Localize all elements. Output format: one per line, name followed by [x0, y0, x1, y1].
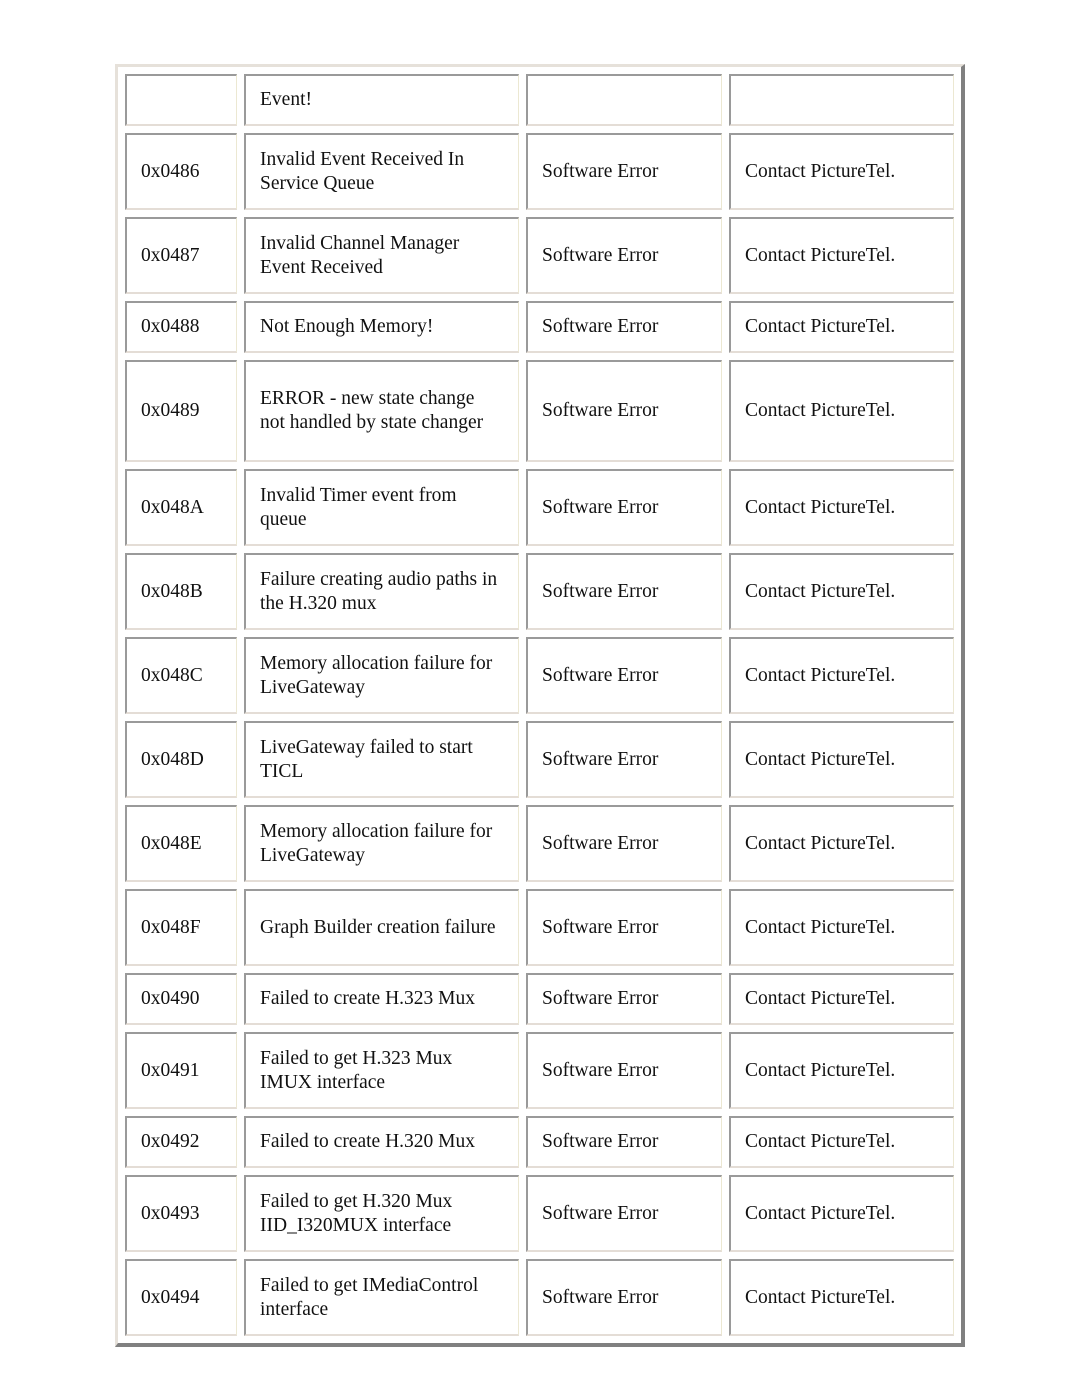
error-description-cell: Graph Builder creation failure [244, 889, 519, 966]
error-type-cell: Software Error [526, 360, 722, 462]
error-code-cell: 0x048D [125, 721, 237, 798]
error-action-cell: Contact PictureTel. [729, 301, 954, 353]
error-code-cell: 0x0494 [125, 1259, 237, 1336]
table-row: 0x048B Failure creating audio paths in t… [125, 553, 954, 630]
error-action-cell: Contact PictureTel. [729, 889, 954, 966]
error-action-cell: Contact PictureTel. [729, 469, 954, 546]
error-type-cell: Software Error [526, 217, 722, 294]
error-action-cell: Contact PictureTel. [729, 1032, 954, 1109]
error-description-cell: Memory allocation failure for LiveGatewa… [244, 805, 519, 882]
error-type-cell: Software Error [526, 1032, 722, 1109]
table-row: 0x0488 Not Enough Memory! Software Error… [125, 301, 954, 353]
error-description-cell: Event! [244, 74, 519, 126]
error-code-cell: 0x048A [125, 469, 237, 546]
error-code-cell: 0x0488 [125, 301, 237, 353]
error-code-cell: 0x0492 [125, 1116, 237, 1168]
table-row: 0x0492 Failed to create H.320 Mux Softwa… [125, 1116, 954, 1168]
table-row: 0x048C Memory allocation failure for Liv… [125, 637, 954, 714]
error-description-cell: Failed to create H.320 Mux [244, 1116, 519, 1168]
error-action-cell: Contact PictureTel. [729, 553, 954, 630]
table-row: 0x0491 Failed to get H.323 Mux IMUX inte… [125, 1032, 954, 1109]
error-type-cell: Software Error [526, 721, 722, 798]
error-action-cell: Contact PictureTel. [729, 217, 954, 294]
table-row: 0x0494 Failed to get IMediaControl inter… [125, 1259, 954, 1336]
error-action-cell: Contact PictureTel. [729, 805, 954, 882]
error-description-cell: Failure creating audio paths in the H.32… [244, 553, 519, 630]
error-code-cell [125, 74, 237, 126]
error-type-cell: Software Error [526, 1259, 722, 1336]
error-type-cell: Software Error [526, 889, 722, 966]
error-code-table-body: Event! 0x0486 Invalid Event Received In … [125, 74, 954, 1336]
error-code-cell: 0x048F [125, 889, 237, 966]
error-code-cell: 0x0490 [125, 973, 237, 1025]
error-code-cell: 0x048B [125, 553, 237, 630]
error-action-cell [729, 74, 954, 126]
error-code-cell: 0x0491 [125, 1032, 237, 1109]
error-type-cell: Software Error [526, 1116, 722, 1168]
error-type-cell: Software Error [526, 553, 722, 630]
table-row: 0x048F Graph Builder creation failure So… [125, 889, 954, 966]
error-description-cell: Invalid Channel Manager Event Received [244, 217, 519, 294]
error-code-cell: 0x0489 [125, 360, 237, 462]
table-row: Event! [125, 74, 954, 126]
error-type-cell: Software Error [526, 1175, 722, 1252]
error-action-cell: Contact PictureTel. [729, 1175, 954, 1252]
error-code-cell: 0x048E [125, 805, 237, 882]
error-type-cell: Software Error [526, 805, 722, 882]
error-action-cell: Contact PictureTel. [729, 637, 954, 714]
error-description-cell: ERROR - new state change not handled by … [244, 360, 519, 462]
error-description-cell: Failed to get IMediaControl interface [244, 1259, 519, 1336]
error-action-cell: Contact PictureTel. [729, 1116, 954, 1168]
error-description-cell: Invalid Timer event from queue [244, 469, 519, 546]
error-type-cell: Software Error [526, 133, 722, 210]
error-type-cell: Software Error [526, 301, 722, 353]
table-row: 0x0489 ERROR - new state change not hand… [125, 360, 954, 462]
error-action-cell: Contact PictureTel. [729, 973, 954, 1025]
error-action-cell: Contact PictureTel. [729, 133, 954, 210]
table-row: 0x048D LiveGateway failed to start TICL … [125, 721, 954, 798]
error-description-cell: Memory allocation failure for LiveGatewa… [244, 637, 519, 714]
error-description-cell: Invalid Event Received In Service Queue [244, 133, 519, 210]
error-action-cell: Contact PictureTel. [729, 721, 954, 798]
error-type-cell: Software Error [526, 637, 722, 714]
error-code-cell: 0x048C [125, 637, 237, 714]
error-code-cell: 0x0487 [125, 217, 237, 294]
table-row: 0x0486 Invalid Event Received In Service… [125, 133, 954, 210]
error-type-cell: Software Error [526, 973, 722, 1025]
error-code-table: Event! 0x0486 Invalid Event Received In … [115, 64, 965, 1347]
error-action-cell: Contact PictureTel. [729, 360, 954, 462]
table-row: 0x0487 Invalid Channel Manager Event Rec… [125, 217, 954, 294]
error-action-cell: Contact PictureTel. [729, 1259, 954, 1336]
error-code-cell: 0x0493 [125, 1175, 237, 1252]
table-row: 0x0493 Failed to get H.320 Mux IID_I320M… [125, 1175, 954, 1252]
error-description-cell: Not Enough Memory! [244, 301, 519, 353]
error-description-cell: Failed to create H.323 Mux [244, 973, 519, 1025]
table-row: 0x048A Invalid Timer event from queue So… [125, 469, 954, 546]
error-description-cell: Failed to get H.320 Mux IID_I320MUX inte… [244, 1175, 519, 1252]
error-code-cell: 0x0486 [125, 133, 237, 210]
error-description-cell: LiveGateway failed to start TICL [244, 721, 519, 798]
error-type-cell [526, 74, 722, 126]
table-row: 0x048E Memory allocation failure for Liv… [125, 805, 954, 882]
error-description-cell: Failed to get H.323 Mux IMUX interface [244, 1032, 519, 1109]
error-type-cell: Software Error [526, 469, 722, 546]
table-row: 0x0490 Failed to create H.323 Mux Softwa… [125, 973, 954, 1025]
